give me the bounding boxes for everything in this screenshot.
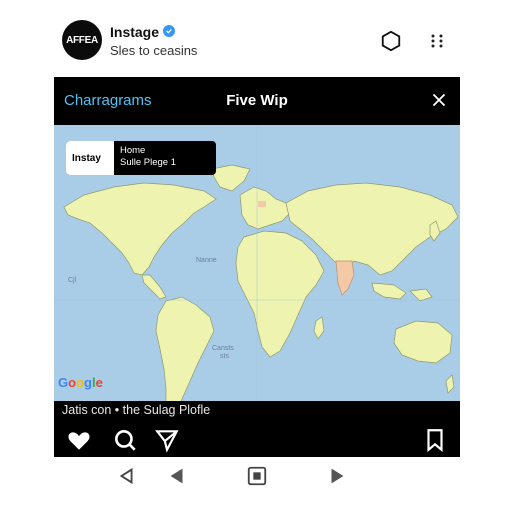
navigation-bar <box>54 457 460 495</box>
map-popup[interactable]: Instay Home Sulle Plege 1 <box>66 141 216 175</box>
play-right-icon[interactable] <box>326 465 348 487</box>
map-label: sts <box>220 353 229 360</box>
back-triangle-icon[interactable] <box>116 465 138 487</box>
map-label: Cjl <box>68 277 77 284</box>
account-name[interactable]: Instage <box>110 24 159 40</box>
send-icon[interactable] <box>154 427 180 453</box>
card-topbar: Charragrams Five Wip <box>54 77 460 125</box>
grid-dots-icon[interactable] <box>428 32 446 50</box>
post-caption: Jatis con • the Sulag Plofle <box>54 401 460 421</box>
search-icon[interactable] <box>112 427 138 453</box>
home-square-icon[interactable] <box>246 465 268 487</box>
popup-line-1: Home <box>120 145 146 156</box>
popup-line-2: Sulle Plege 1 <box>120 157 176 168</box>
bookmark-icon[interactable] <box>422 427 448 453</box>
map-label: Cansts <box>212 345 234 352</box>
card-title: Five Wip <box>226 92 288 109</box>
action-bar <box>54 421 460 457</box>
google-logo: Google <box>58 375 103 390</box>
map-label: Nanne <box>196 257 217 264</box>
popup-chip: Instay <box>66 141 114 175</box>
hexagon-icon[interactable] <box>380 30 402 52</box>
close-icon[interactable] <box>428 89 450 111</box>
popup-text: Home Sulle Plege 1 <box>114 141 182 175</box>
verified-icon <box>163 25 175 37</box>
heart-icon[interactable] <box>66 427 92 453</box>
post-header: AFFEA Instage Sles to ceasins <box>0 0 512 78</box>
avatar-text: AFFEA <box>66 34 98 46</box>
avatar[interactable]: AFFEA <box>62 20 102 60</box>
play-left-icon[interactable] <box>166 465 188 487</box>
account-subtitle: Sles to ceasins <box>110 43 198 58</box>
